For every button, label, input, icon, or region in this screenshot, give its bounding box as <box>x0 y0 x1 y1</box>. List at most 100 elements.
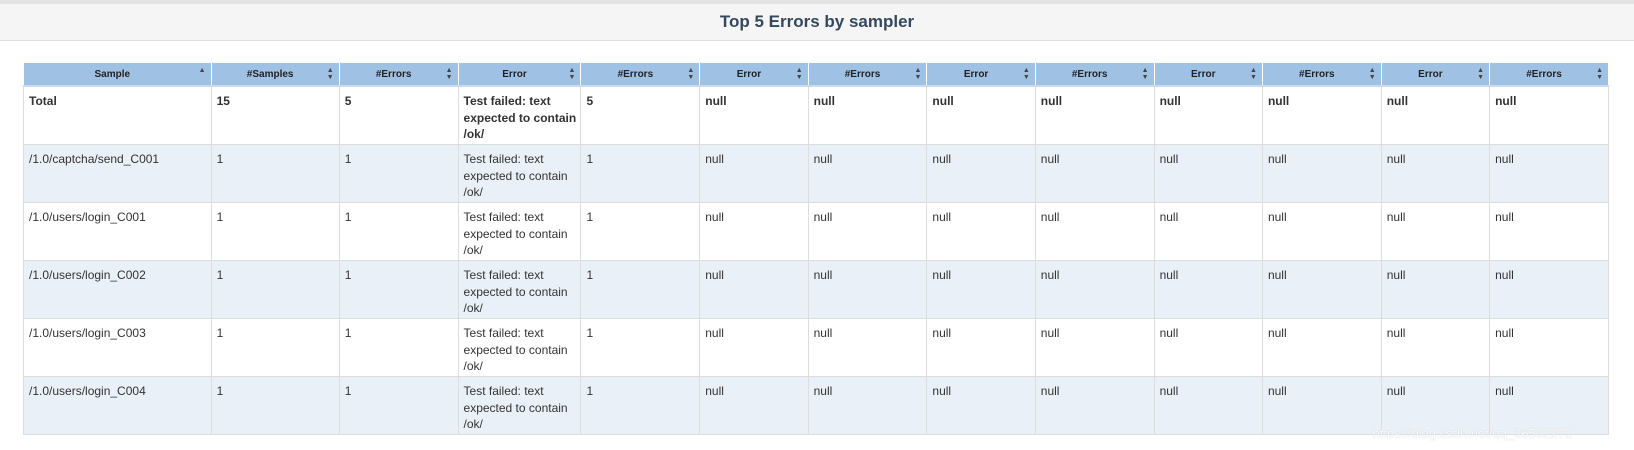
table-cell: 1 <box>338 144 459 203</box>
sort-both-icon: ▲ ▼ <box>914 67 922 81</box>
table-cell: Test failed: text expected to contain /o… <box>457 260 582 319</box>
table-cell: 1 <box>210 144 340 203</box>
table-cell: 5 <box>338 85 459 145</box>
table-cell: null <box>1261 144 1382 203</box>
column-header-0[interactable]: Sample ▲ <box>23 62 212 87</box>
sort-both-icon: ▲ ▼ <box>568 67 576 81</box>
table-cell: null <box>1034 202 1155 261</box>
table-cell: null <box>1153 260 1263 319</box>
table-cell: null <box>699 376 809 435</box>
table-cell: null <box>1489 85 1609 145</box>
table-cell: null <box>1153 318 1263 377</box>
column-header-3[interactable]: Error ▲ ▼ <box>457 62 582 87</box>
table-cell: /1.0/users/login_C001 <box>23 202 212 261</box>
table-cell: null <box>1380 85 1491 145</box>
table-cell: null <box>1034 260 1155 319</box>
sort-both-icon: ▲ ▼ <box>1141 67 1149 81</box>
table-cell: null <box>926 202 1036 261</box>
column-header-9[interactable]: Error ▲ ▼ <box>1153 62 1263 87</box>
table-body: Total 15 5 Test failed: text expected to co… <box>23 85 1609 435</box>
table-cell: null <box>807 85 928 145</box>
column-header-1[interactable]: #Samples ▲ ▼ <box>210 62 340 87</box>
column-header-label: Error <box>1191 68 1216 80</box>
panel-title: Top 5 Errors by sampler <box>0 4 1634 41</box>
table-cell: null <box>1380 318 1491 377</box>
sort-both-icon: ▲ ▼ <box>795 67 803 81</box>
table-cell: null <box>926 144 1036 203</box>
table-cell: null <box>807 144 928 203</box>
table-cell: null <box>1153 144 1263 203</box>
table-row: /1.0/users/login_C003 1 1 Test failed: text… <box>23 318 1609 377</box>
table-cell: null <box>1034 144 1155 203</box>
table-cell: null <box>1153 202 1263 261</box>
column-header-label: #Errors <box>375 68 412 80</box>
table-cell: null <box>1380 144 1491 203</box>
table-cell: 1 <box>338 376 459 435</box>
column-header-5[interactable]: Error ▲ ▼ <box>699 62 809 87</box>
table-cell: 1 <box>580 376 701 435</box>
table-cell: 1 <box>580 144 701 203</box>
sort-both-icon: ▲ ▼ <box>1596 67 1603 81</box>
table-cell: 1 <box>580 202 701 261</box>
sort-ascending-icon: ▲ <box>198 67 206 74</box>
table-cell: 1 <box>210 260 340 319</box>
table-cell: null <box>926 376 1036 435</box>
table-cell: null <box>1489 260 1609 319</box>
column-header-label: #Samples <box>246 68 294 80</box>
table-cell: null <box>1489 318 1609 377</box>
column-header-label: #Errors <box>1526 68 1562 80</box>
table-cell: null <box>1034 85 1155 145</box>
sort-both-icon: ▲ ▼ <box>445 67 453 81</box>
column-header-label: Sample <box>94 68 131 80</box>
table-cell: /1.0/users/login_C002 <box>23 260 212 319</box>
table-cell: /1.0/captcha/send_C001 <box>23 144 212 203</box>
table-cell: 1 <box>210 318 340 377</box>
table-cell: null <box>1489 144 1609 203</box>
table-cell: null <box>1380 202 1491 261</box>
table-row: /1.0/users/login_C001 1 1 Test failed: text… <box>23 202 1609 261</box>
column-header-label: Error <box>963 68 989 80</box>
table-cell: 1 <box>580 260 701 319</box>
sort-both-icon: ▲ ▼ <box>1250 67 1257 81</box>
table-row: /1.0/captcha/send_C001 1 1 Test failed: tex… <box>23 144 1609 203</box>
column-header-label: #Errors <box>617 68 654 80</box>
table-cell: null <box>807 202 928 261</box>
column-header-8[interactable]: #Errors ▲ ▼ <box>1034 62 1155 87</box>
table-cell: null <box>926 260 1036 319</box>
column-header-7[interactable]: Error ▲ ▼ <box>926 62 1036 87</box>
table-cell: null <box>1489 202 1609 261</box>
table-cell: null <box>807 260 928 319</box>
table-cell: 5 <box>580 85 701 145</box>
column-header-6[interactable]: #Errors ▲ ▼ <box>807 62 928 87</box>
column-header-10[interactable]: #Errors ▲ ▼ <box>1261 62 1382 87</box>
table-cell: Test failed: text expected to contain /o… <box>457 318 582 377</box>
column-header-4[interactable]: #Errors ▲ ▼ <box>580 62 701 87</box>
table-cell: 1 <box>580 318 701 377</box>
column-header-label: #Errors <box>1299 68 1335 80</box>
table-cell: 1 <box>210 202 340 261</box>
table-row: /1.0/users/login_C002 1 1 Test failed: text… <box>23 260 1609 319</box>
table-cell: Test failed: text expected to contain /o… <box>457 202 582 261</box>
table-cell: 1 <box>338 202 459 261</box>
column-header-2[interactable]: #Errors ▲ ▼ <box>338 62 459 87</box>
table-cell: 1 <box>338 318 459 377</box>
table-cell: null <box>807 318 928 377</box>
table-cell: null <box>926 318 1036 377</box>
sort-both-icon: ▲ ▼ <box>326 67 334 81</box>
sort-both-icon: ▲ ▼ <box>1022 67 1030 81</box>
watermark: https://blog.csdn.net/qq_36502272 <box>1372 426 1573 441</box>
table-cell: null <box>1261 260 1382 319</box>
table-cell: 15 <box>210 85 340 145</box>
table-cell: 1 <box>210 376 340 435</box>
table-cell: Test failed: text expected to contain /o… <box>457 85 582 145</box>
table-cell: null <box>1261 202 1382 261</box>
column-header-label: #Errors <box>1071 68 1108 80</box>
sort-both-icon: ▲ ▼ <box>687 67 695 81</box>
column-header-label: Error <box>736 68 762 80</box>
table-cell: null <box>699 202 809 261</box>
table-cell: Test failed: text expected to contain /o… <box>457 144 582 203</box>
column-header-11[interactable]: Error ▲ ▼ <box>1380 62 1491 87</box>
column-header-label: Error <box>1418 68 1443 80</box>
column-header-12[interactable]: #Errors ▲ ▼ <box>1489 62 1609 87</box>
table-cell: null <box>1034 318 1155 377</box>
